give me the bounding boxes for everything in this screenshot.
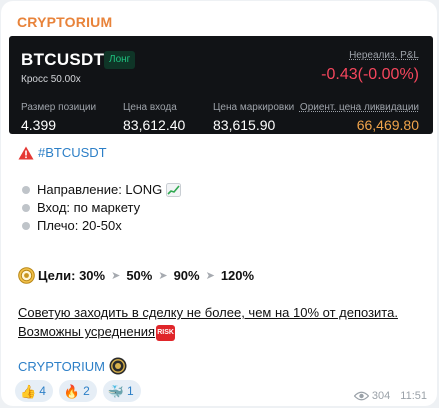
channel-name[interactable]: CRYPTORIUM	[17, 14, 112, 30]
advice-text: Советую заходить в сделку не более, чем …	[18, 303, 418, 341]
reaction-count: 4	[39, 384, 46, 398]
list-item: Направление: LONG	[21, 181, 182, 198]
reaction-count: 1	[126, 384, 134, 398]
target-value: 120%	[220, 268, 255, 283]
message-meta: 304 11:51	[353, 390, 427, 402]
margin-mode: Кросс 50.00x	[21, 74, 81, 85]
warning-icon	[18, 146, 34, 159]
reaction-fire[interactable]: 🔥 2	[58, 380, 97, 402]
thumbs-up-icon: 👍	[20, 383, 37, 399]
chevron-right-icon: ➤	[205, 270, 215, 282]
reaction-whale[interactable]: 🐳 1	[102, 380, 141, 402]
bullet-icon	[22, 203, 30, 212]
chevron-right-icon: ➤	[111, 270, 121, 282]
mark-price-label: Цена маркировки	[213, 102, 295, 113]
signature-line: CRYPTORIUM	[18, 357, 127, 375]
position-size-value: 4.399	[21, 117, 57, 133]
fire-icon: 🔥	[63, 383, 81, 399]
pnl-value: -0.43(-0.00%)	[321, 66, 419, 83]
target-icon	[18, 267, 35, 284]
reaction-count: 2	[83, 384, 90, 398]
target-value: 50%	[126, 268, 153, 283]
entry-price-value: 83,612.40	[123, 117, 186, 133]
targets-label: Цели: 30%	[38, 268, 106, 283]
timestamp: 11:51	[400, 390, 427, 402]
side-badge: Лонг	[104, 51, 136, 69]
list-item: Плечо: 20-50x	[21, 217, 181, 234]
liq-price-label: Ориент. цена ликвидации	[299, 102, 419, 113]
trade-card[interactable]: BTCUSDT Лонг Кросс 50.00x Нереализ. P&L …	[9, 36, 433, 134]
eye-icon	[353, 391, 369, 401]
entry-text: Вход: по маркету	[37, 200, 141, 215]
risk-icon: RISK	[156, 324, 176, 341]
channel-signature-link[interactable]: CRYPTORIUM	[18, 359, 105, 374]
targets-line: Цели: 30% ➤ 50% ➤ 90% ➤ 120%	[18, 267, 254, 284]
reactions-bar: 👍 4 🔥 2 🐳 1	[15, 380, 147, 402]
whale-icon: 🐳	[107, 383, 124, 399]
view-count: 304	[371, 390, 391, 402]
hashtag-link[interactable]: #BTCUSDT	[38, 145, 107, 160]
mark-price-value: 83,615.90	[213, 117, 276, 133]
target-value: 90%	[173, 268, 200, 283]
leverage-text: Плечо: 20-50x	[37, 218, 122, 233]
pnl-label: Нереализ. P&L	[349, 50, 419, 61]
message-bubble: CRYPTORIUM BTCUSDT Лонг Кросс 50.00x Нер…	[1, 1, 437, 406]
position-size-label: Размер позиции	[21, 102, 97, 113]
pair-symbol: BTCUSDT	[21, 50, 105, 69]
reaction-thumbs-up[interactable]: 👍 4	[15, 380, 53, 402]
entry-price-label: Цена входа	[123, 102, 177, 113]
direction-text: Направление: LONG	[37, 182, 163, 197]
chart-increasing-icon	[166, 182, 182, 197]
coin-icon	[109, 357, 127, 375]
bullet-icon	[22, 185, 30, 194]
list-item: Вход: по маркету	[21, 199, 181, 216]
bullet-icon	[22, 221, 30, 230]
advice-body: Советую заходить в сделку не более, чем …	[18, 305, 398, 339]
trade-details: Направление: LONG Вход: по маркету Плечо…	[21, 181, 182, 235]
hashtag-line: #BTCUSDT	[18, 145, 107, 160]
liq-price-value: 66,469.80	[356, 117, 419, 133]
chevron-right-icon: ➤	[158, 270, 168, 282]
